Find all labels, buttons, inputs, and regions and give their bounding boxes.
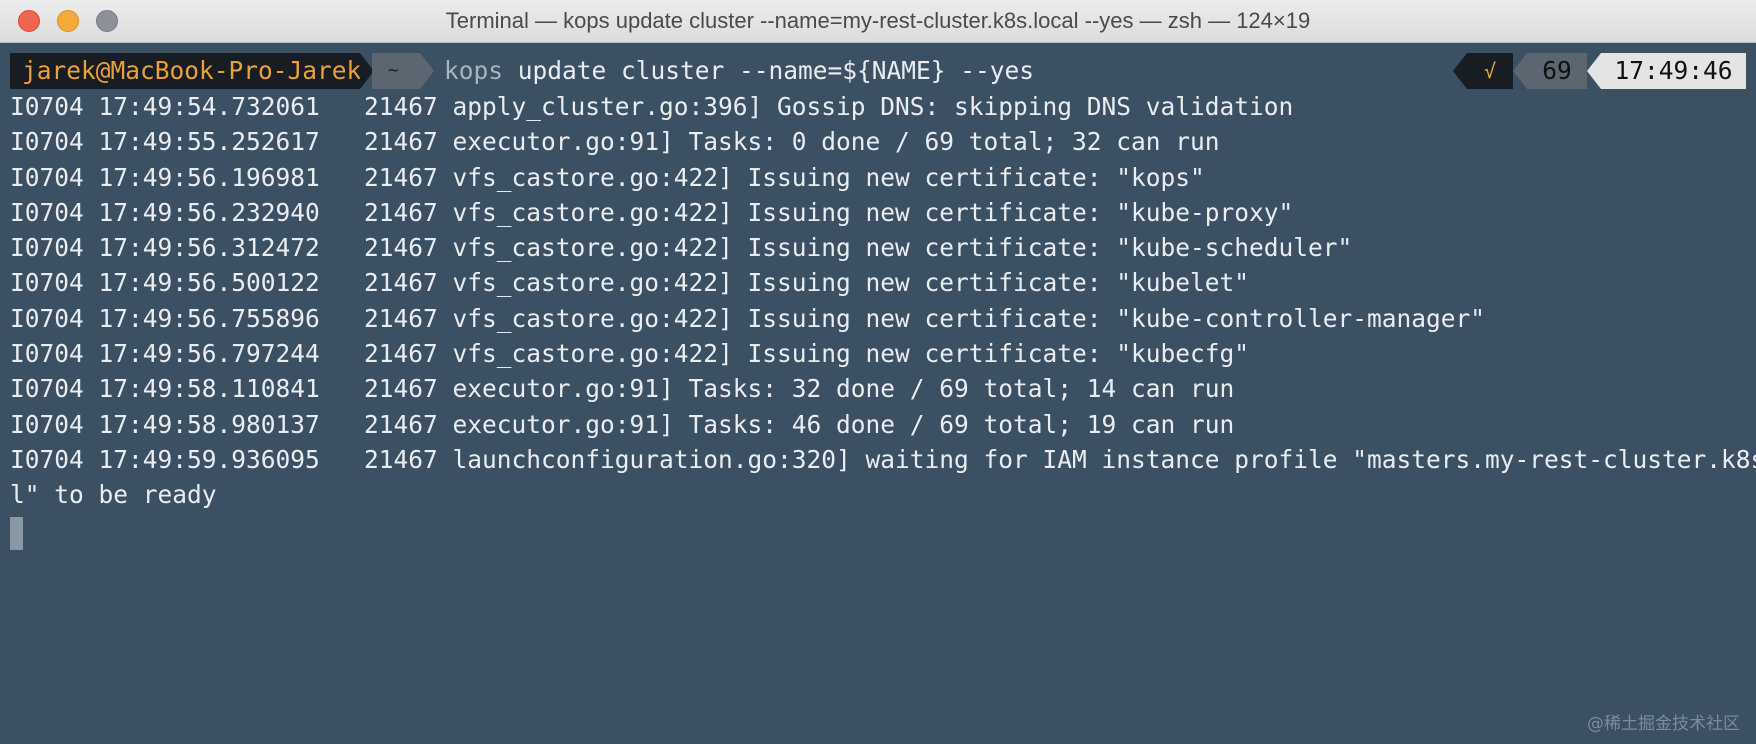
output-line: I0704 17:49:58.110841 21467 executor.go:… — [10, 374, 1235, 404]
command-name: kops — [444, 56, 504, 85]
exit-status-checkmark-icon: √ — [1467, 53, 1513, 89]
output-line: I0704 17:49:59.936095 21467 launchconfig… — [10, 444, 1756, 474]
output-line: I0704 17:49:56.232940 21467 vfs_castore.… — [10, 197, 1294, 227]
history-number: 69 — [1527, 53, 1587, 89]
output-line: I0704 17:49:56.797244 21467 vfs_castore.… — [10, 339, 1250, 369]
command-args: update cluster --name=${NAME} --yes — [503, 56, 1035, 85]
right-prompt-separator-arrow — [1453, 53, 1467, 89]
output-line: I0704 17:49:56.500122 21467 vfs_castore.… — [10, 268, 1250, 298]
terminal-cursor[interactable] — [10, 517, 23, 550]
right-prompt-separator-arrow — [1587, 53, 1601, 89]
terminal-content[interactable]: jarek@MacBook-Pro-Jarek ~ kops update cl… — [0, 43, 1756, 744]
terminal-window: Terminal — kops update cluster --name=my… — [0, 0, 1756, 744]
output-line: I0704 17:49:56.312472 21467 vfs_castore.… — [10, 233, 1353, 263]
prompt-user-host: jarek@MacBook-Pro-Jarek — [10, 53, 361, 89]
output-line: I0704 17:49:58.980137 21467 executor.go:… — [10, 409, 1235, 439]
output-line: I0704 17:49:55.252617 21467 executor.go:… — [10, 127, 1220, 157]
home-directory-icon: ~ — [388, 60, 399, 81]
prompt-line: jarek@MacBook-Pro-Jarek ~ kops update cl… — [10, 53, 1746, 89]
prompt-command: kops update cluster --name=${NAME} --yes — [444, 53, 1034, 89]
output-line: I0704 17:49:54.732061 21467 apply_cluste… — [10, 92, 1294, 121]
watermark: @稀土掘金技术社区 — [1587, 714, 1740, 734]
prompt-separator-arrow — [420, 53, 434, 89]
command-output: I0704 17:49:54.732061 21467 apply_cluste… — [10, 89, 1756, 513]
window-title: Terminal — kops update cluster --name=my… — [445, 8, 1311, 33]
title-bar[interactable]: Terminal — kops update cluster --name=my… — [0, 0, 1756, 43]
right-prompt-separator-arrow — [1513, 53, 1527, 89]
output-line: I0704 17:49:56.755896 21467 vfs_castore.… — [10, 303, 1486, 333]
output-line: I0704 17:49:56.196981 21467 vfs_castore.… — [10, 162, 1205, 192]
prompt-time: 17:49:46 — [1601, 53, 1746, 89]
output-line: l" to be ready — [10, 480, 217, 510]
